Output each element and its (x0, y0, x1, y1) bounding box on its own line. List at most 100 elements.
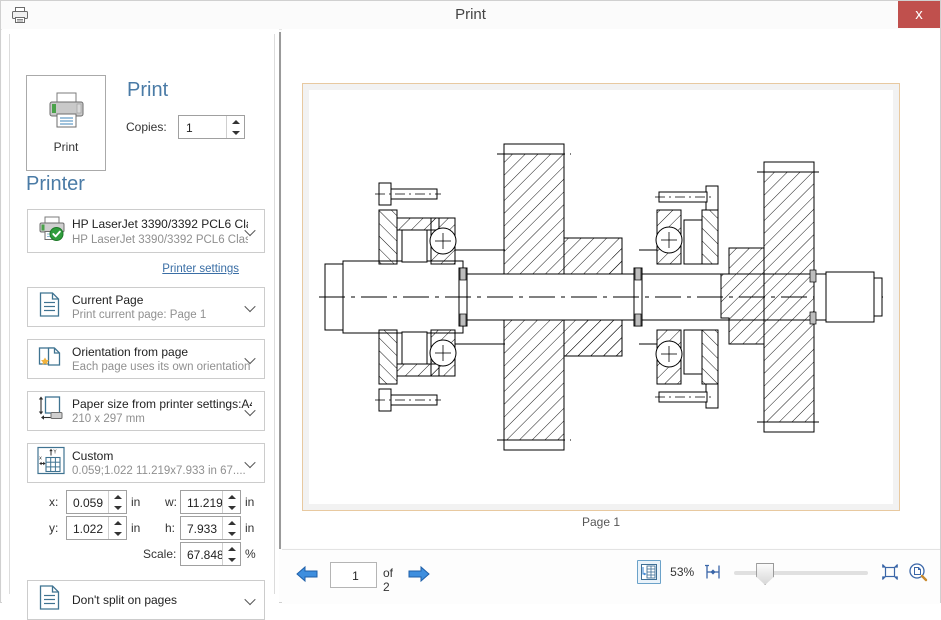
page-sheet (309, 90, 893, 504)
page-number-field[interactable] (335, 564, 376, 588)
scale-stepper-up[interactable] (223, 543, 240, 554)
print-heading: Print (127, 79, 169, 101)
x-offset-field[interactable] (71, 492, 111, 514)
y-offset-field[interactable] (71, 518, 111, 540)
custom-scale-icon: Y x (37, 446, 65, 480)
page-number-input[interactable] (330, 562, 377, 588)
scale-subtitle: 0.059;1.022 11.219x7.933 in 67.... (72, 465, 246, 477)
close-icon: x (915, 6, 923, 23)
printer-icon (44, 90, 88, 137)
print-dialog: Print x Print Print Copies: 1 Printer HP… (0, 0, 941, 620)
width-field[interactable] (185, 492, 225, 514)
fit-width-icon[interactable] (881, 563, 899, 581)
scale-select[interactable]: Y x Custom 0.059;1.022 11.219x7.933 in 6… (27, 443, 265, 483)
page-range-subtitle: Print current page: Page 1 (72, 309, 207, 321)
document-icon (37, 291, 63, 324)
y-offset-label: y: (49, 521, 59, 535)
zoom-slider-track (734, 571, 869, 575)
printer-select-title: HP LaserJet 3390/3392 PCL6 Clas... (72, 217, 248, 231)
width-label: w: (165, 495, 177, 509)
height-stepper[interactable] (222, 517, 240, 539)
orientation-select[interactable]: Orientation from page Each page uses its… (27, 339, 265, 379)
svg-text:Y: Y (53, 450, 58, 456)
chevron-down-icon (246, 460, 255, 466)
zoom-controls: 53% (636, 560, 928, 588)
orientation-title: Orientation from page (72, 345, 189, 359)
copies-stepper-up[interactable] (227, 116, 244, 127)
height-label: h: (165, 521, 176, 535)
width-unit: in (245, 495, 255, 509)
scale-unit: % (245, 547, 256, 561)
x-offset-input[interactable] (66, 490, 127, 514)
copies-field[interactable] (184, 117, 230, 139)
printer-settings-link[interactable]: Printer settings (162, 263, 239, 275)
split-pages-title: Don't split on pages (72, 593, 178, 607)
x-offset-stepper-down[interactable] (109, 502, 126, 513)
scale-label: Scale: (143, 547, 177, 561)
printer-heading: Printer (26, 173, 85, 195)
y-offset-unit: in (131, 521, 141, 535)
page-total-label: of 2 (383, 566, 394, 594)
print-button[interactable]: Print (26, 75, 106, 171)
y-offset-stepper-up[interactable] (109, 517, 126, 528)
arrow-right-icon[interactable] (408, 564, 430, 584)
width-stepper-up[interactable] (223, 491, 240, 502)
printer-select-subtitle: HP LaserJet 3390/3392 PCL6 Clas... (72, 234, 248, 246)
height-field[interactable] (185, 518, 225, 540)
zoom-slider[interactable] (734, 561, 869, 585)
scale-input[interactable] (180, 542, 241, 566)
chevron-down-icon (246, 408, 255, 414)
y-offset-stepper-down[interactable] (109, 528, 126, 539)
technical-drawing (319, 143, 883, 451)
printer-select[interactable]: HP LaserJet 3390/3392 PCL6 Clas... HP La… (27, 209, 265, 253)
height-stepper-up[interactable] (223, 517, 240, 528)
copies-label: Copies: (126, 120, 167, 134)
scale-field[interactable] (185, 544, 225, 566)
chevron-down-icon (246, 304, 255, 310)
print-button-label: Print (53, 140, 79, 154)
height-input[interactable] (180, 516, 241, 540)
split-pages-select[interactable]: Don't split on pages (27, 580, 265, 620)
print-preview-pane[interactable]: Page 1 (282, 29, 940, 548)
paper-size-subtitle: 210 x 297 mm (72, 413, 145, 425)
close-button[interactable]: x (898, 1, 940, 28)
width-stepper-down[interactable] (223, 502, 240, 513)
zoom-to-selection-icon[interactable] (908, 562, 928, 582)
x-offset-stepper[interactable] (108, 491, 126, 513)
paper-size-title: Paper size from printer settings:A4 (72, 397, 252, 411)
zoom-slider-thumb[interactable] (756, 563, 775, 585)
page-range-title: Current Page (72, 293, 144, 307)
page-range-select[interactable]: Current Page Print current page: Page 1 (27, 287, 265, 327)
height-stepper-down[interactable] (223, 528, 240, 539)
x-offset-unit: in (131, 495, 141, 509)
arrow-left-icon[interactable] (296, 564, 318, 584)
chevron-down-icon (246, 597, 255, 603)
copies-stepper[interactable] (226, 116, 244, 138)
settings-panel: Print Print Copies: Printer (2, 29, 279, 620)
paper-size-select[interactable]: Paper size from printer settings:A4 210 … (27, 391, 265, 431)
width-stepper[interactable] (222, 491, 240, 513)
page-label: Page 1 (581, 515, 621, 529)
x-offset-stepper-up[interactable] (109, 491, 126, 502)
svg-text:x: x (39, 456, 42, 462)
multipage-view-icon[interactable] (636, 560, 661, 584)
scale-stepper[interactable] (222, 543, 240, 565)
title-bar: Print x (1, 1, 940, 30)
scale-stepper-down[interactable] (223, 554, 240, 565)
preview-toolbar: of 2 53% (282, 549, 940, 604)
scale-title: Custom (72, 449, 114, 463)
document-icon (37, 584, 63, 617)
y-offset-input[interactable] (66, 516, 127, 540)
page-orientation-icon (37, 344, 65, 375)
copies-input[interactable] (178, 115, 245, 139)
printer-settings-row: Printer settings (2, 259, 265, 277)
orientation-subtitle: Each page uses its own orientation (72, 361, 251, 373)
window-title: Print (455, 6, 486, 23)
copies-stepper-down[interactable] (227, 127, 244, 138)
zoom-percent-label: 53% (670, 565, 695, 579)
fit-page-icon[interactable] (704, 563, 722, 581)
width-input[interactable] (180, 490, 241, 514)
panel-divider[interactable] (279, 32, 281, 549)
height-unit: in (245, 521, 255, 535)
y-offset-stepper[interactable] (108, 517, 126, 539)
